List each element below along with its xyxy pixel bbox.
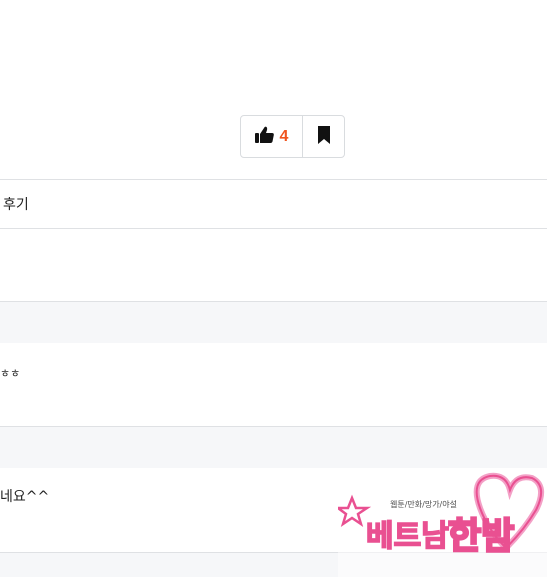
comment-text: ㅎㅎ bbox=[0, 367, 21, 380]
post-actions: 4 bbox=[240, 115, 345, 158]
reply-band bbox=[0, 427, 547, 468]
reply-band bbox=[0, 302, 547, 343]
watermark-right-text: 한밤 bbox=[448, 516, 514, 557]
watermark-main-text: 베트남 bbox=[366, 519, 449, 554]
comment-text: 후기 bbox=[3, 197, 29, 213]
bookmark-icon bbox=[317, 125, 331, 148]
site-watermark-logo: 웹툰/만화/망가/야설 베트남 한밤 bbox=[334, 468, 547, 577]
watermark-small-text: 웹툰/만화/망가/야설 bbox=[390, 499, 457, 509]
like-count: 4 bbox=[279, 127, 289, 145]
bookmark-button[interactable] bbox=[303, 116, 344, 157]
divider bbox=[0, 228, 547, 229]
divider bbox=[0, 179, 547, 180]
like-button[interactable]: 4 bbox=[241, 116, 303, 157]
comment-text: 네요^^ bbox=[0, 489, 50, 505]
thumbs-up-icon bbox=[254, 126, 275, 148]
